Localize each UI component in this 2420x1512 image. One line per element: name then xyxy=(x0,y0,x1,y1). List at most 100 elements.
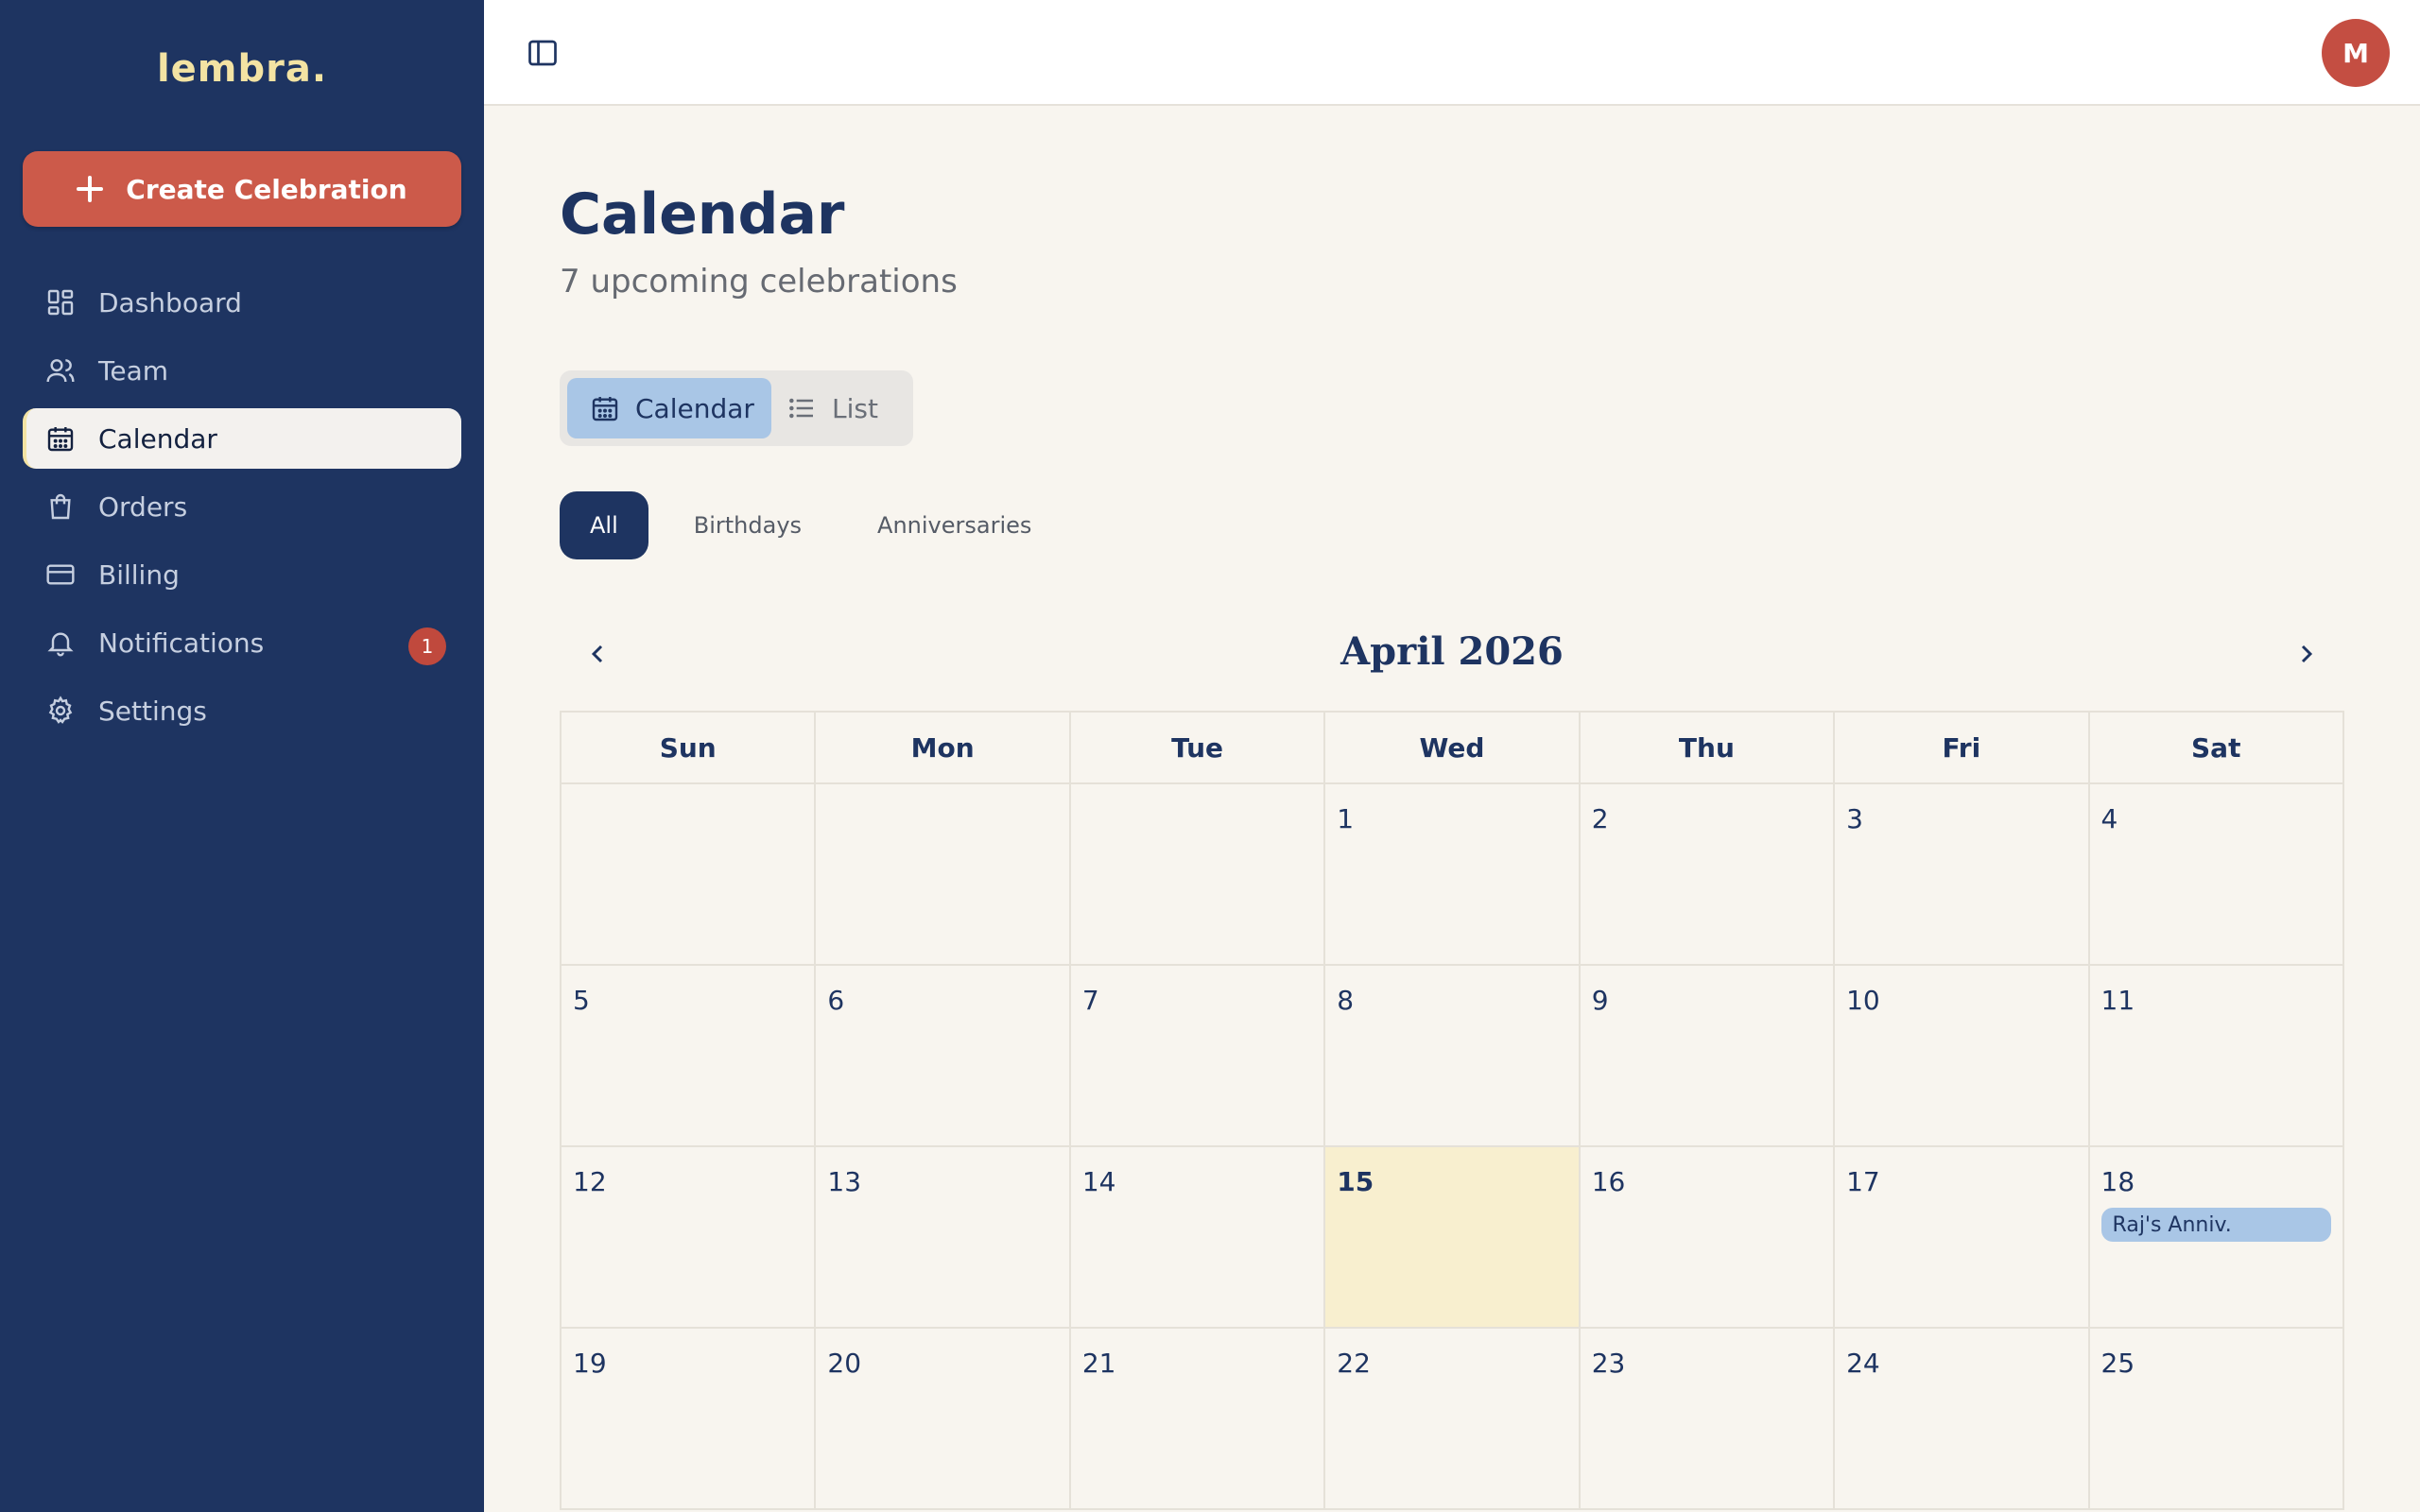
calendar-day-cell[interactable]: 6 xyxy=(816,966,1071,1147)
calendar-day-cell[interactable]: 4 xyxy=(2089,784,2344,966)
sidebar-item-billing[interactable]: Billing xyxy=(23,544,461,605)
weekday-label: Thu xyxy=(1580,713,1836,784)
day-number: 2 xyxy=(1591,803,1609,834)
calendar-day-cell[interactable]: 16 xyxy=(1580,1147,1836,1329)
calendar-day-cell[interactable]: 11 xyxy=(2089,966,2344,1147)
calendar-day-cell[interactable]: 1 xyxy=(1325,784,1581,966)
calendar-day-cell[interactable]: 17 xyxy=(1835,1147,2090,1329)
gear-icon xyxy=(45,696,76,726)
weekday-label: Wed xyxy=(1325,713,1581,784)
calendar-day-cell[interactable]: 8 xyxy=(1325,966,1581,1147)
weekday-label: Sun xyxy=(562,713,817,784)
weekday-header: Sun Mon Tue Wed Thu Fri Sat xyxy=(562,713,2344,784)
team-icon xyxy=(45,355,76,386)
day-number: 11 xyxy=(2100,985,2135,1016)
day-number: 9 xyxy=(1591,985,1609,1016)
calendar-day-cell[interactable]: 5 xyxy=(562,966,817,1147)
page-title: Calendar xyxy=(560,181,845,248)
day-number: 25 xyxy=(2100,1348,2135,1379)
day-number: 5 xyxy=(573,985,590,1016)
chevron-right-icon xyxy=(2301,644,2313,663)
sidebar-item-label: Team xyxy=(98,354,169,387)
list-icon xyxy=(789,398,813,419)
day-number: 16 xyxy=(1591,1166,1626,1197)
sidebar-item-label: Settings xyxy=(98,695,207,727)
weekday-label: Mon xyxy=(816,713,1071,784)
next-month-button[interactable] xyxy=(2284,631,2329,677)
day-number: 7 xyxy=(1081,985,1099,1016)
user-avatar[interactable]: M xyxy=(2322,19,2390,87)
day-number: 3 xyxy=(1846,803,1863,834)
calendar-day-cell[interactable]: 23 xyxy=(1580,1329,1836,1510)
calendar-day-cell[interactable]: 14 xyxy=(1070,1147,1326,1329)
calendar-day-cell[interactable]: 13 xyxy=(816,1147,1071,1329)
calendar-day-cell[interactable]: 3 xyxy=(1835,784,2090,966)
filter-tabs: All Birthdays Anniversaries xyxy=(560,491,1062,559)
calendar-day-cell[interactable]: 2 xyxy=(1580,784,1836,966)
calendar-empty-cell xyxy=(562,784,817,966)
weekday-label: Fri xyxy=(1835,713,2090,784)
sidebar-item-label: Dashboard xyxy=(98,286,242,318)
calendar-view-label: Calendar xyxy=(635,392,754,424)
calendar-day-cell[interactable]: 21 xyxy=(1070,1329,1326,1510)
calendar-day-cell[interactable]: 7 xyxy=(1070,966,1326,1147)
month-navigation: April 2026 xyxy=(560,612,2344,696)
create-celebration-button[interactable]: Create Celebration xyxy=(23,151,461,227)
day-number: 19 xyxy=(573,1348,607,1379)
calendar-day-cell[interactable]: 10 xyxy=(1835,966,2090,1147)
sidebar-item-dashboard[interactable]: Dashboard xyxy=(23,272,461,333)
day-number: 15 xyxy=(1337,1166,1374,1197)
calendar-icon xyxy=(45,423,76,454)
calendar-week-row: 5 6 7 8 9 10 11 xyxy=(562,966,2344,1147)
day-number: 20 xyxy=(827,1348,862,1379)
day-number: 8 xyxy=(1337,985,1355,1016)
calendar-day-cell[interactable]: 12 xyxy=(562,1147,817,1329)
weekday-label: Sat xyxy=(2089,713,2344,784)
calendar-day-cell[interactable]: 20 xyxy=(816,1329,1071,1510)
month-title: April 2026 xyxy=(1340,629,1564,674)
day-number: 13 xyxy=(827,1166,862,1197)
app-logo[interactable]: lembra. xyxy=(0,47,484,91)
filter-all[interactable]: All xyxy=(560,491,648,559)
calendar-week-row: 19 20 21 22 23 24 25 xyxy=(562,1329,2344,1510)
filter-anniversaries[interactable]: Anniversaries xyxy=(847,491,1062,559)
sidebar-item-label: Billing xyxy=(98,558,180,591)
day-number: 17 xyxy=(1846,1166,1880,1197)
day-number: 6 xyxy=(827,985,845,1016)
event-chip[interactable]: Raj's Anniv. xyxy=(2100,1208,2331,1242)
view-toggle: Calendar List xyxy=(560,370,913,446)
notification-count-badge: 1 xyxy=(408,627,446,665)
sidebar-nav: Dashboard Team Calendar Orders Billing N… xyxy=(23,272,461,748)
list-view-button[interactable]: List xyxy=(786,378,906,438)
calendar-day-cell[interactable]: 9 xyxy=(1580,966,1836,1147)
calendar-day-cell[interactable]: 22 xyxy=(1325,1329,1581,1510)
sidebar: lembra. Create Celebration Dashboard Tea… xyxy=(0,0,484,1512)
day-number: 14 xyxy=(1081,1166,1116,1197)
calendar-day-cell[interactable]: 19 xyxy=(562,1329,817,1510)
bell-icon xyxy=(45,627,76,658)
day-number: 23 xyxy=(1591,1348,1626,1379)
calendar-day-cell[interactable]: 18 Raj's Anniv. xyxy=(2089,1147,2344,1329)
sidebar-item-notifications[interactable]: Notifications 1 xyxy=(23,612,461,673)
day-number: 10 xyxy=(1846,985,1880,1016)
sidebar-toggle-icon[interactable] xyxy=(526,36,560,70)
calendar-day-cell[interactable]: 15 xyxy=(1325,1147,1581,1329)
day-number: 12 xyxy=(573,1166,607,1197)
list-view-label: List xyxy=(832,392,878,424)
calendar-empty-cell xyxy=(816,784,1071,966)
sidebar-item-label: Orders xyxy=(98,490,188,523)
dashboard-icon xyxy=(45,287,76,318)
page-subtitle: 7 upcoming celebrations xyxy=(560,263,958,301)
calendar-day-cell[interactable]: 24 xyxy=(1835,1329,2090,1510)
calendar-day-cell[interactable]: 25 xyxy=(2089,1329,2344,1510)
sidebar-item-calendar[interactable]: Calendar xyxy=(23,408,461,469)
sidebar-item-orders[interactable]: Orders xyxy=(23,476,461,537)
shopping-bag-icon xyxy=(45,491,76,522)
sidebar-item-label: Notifications xyxy=(98,627,265,659)
calendar-body: 1 2 3 4 5 6 7 8 9 10 11 12 13 14 15 16 17 18 Raj's Anniv. 1… xyxy=(562,784,2344,1510)
calendar-view-button[interactable]: Calendar xyxy=(567,378,771,438)
sidebar-item-settings[interactable]: Settings xyxy=(23,680,461,741)
sidebar-item-team[interactable]: Team xyxy=(23,340,461,401)
filter-birthdays[interactable]: Birthdays xyxy=(664,491,832,559)
calendar-week-row: 1 2 3 4 xyxy=(562,784,2344,966)
